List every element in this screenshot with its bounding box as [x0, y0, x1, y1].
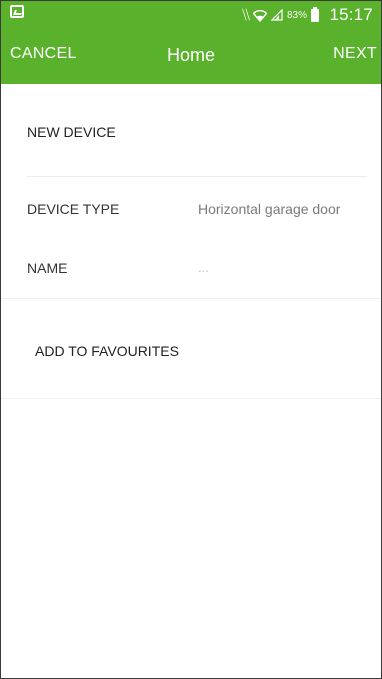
- wifi-icon: [252, 9, 267, 22]
- status-icons: ⧹⧹ 83%: [242, 6, 319, 23]
- device-type-label: DEVICE TYPE: [27, 201, 120, 217]
- mute-icon: ⧹⧹: [242, 7, 250, 22]
- device-type-value[interactable]: Horizontal garage door: [198, 201, 340, 217]
- add-to-favourites-label: ADD TO FAVOURITES: [35, 343, 179, 359]
- battery-icon: [311, 6, 319, 22]
- name-row[interactable]: NAME ...: [1, 260, 381, 298]
- name-label: NAME: [27, 260, 68, 276]
- name-field[interactable]: ...: [198, 260, 209, 275]
- image-notification-icon: [10, 5, 24, 18]
- divider: [1, 298, 381, 299]
- app-bar: CANCEL Home NEXT: [1, 30, 381, 84]
- phone-screen: ⧹⧹ 83% 15:17 CANCEL Home NEXT NEW DEVICE…: [0, 0, 382, 679]
- device-type-row[interactable]: DEVICE TYPE Horizontal garage door: [1, 201, 381, 239]
- divider: [1, 398, 381, 399]
- page-title: Home: [166, 45, 215, 65]
- next-button[interactable]: NEXT: [333, 45, 377, 63]
- divider: [27, 176, 367, 177]
- signal-icon: [270, 9, 283, 21]
- clock: 15:17: [329, 5, 373, 24]
- add-to-favourites-row[interactable]: ADD TO FAVOURITES: [1, 343, 381, 373]
- status-bar: ⧹⧹ 83% 15:17: [1, 1, 381, 30]
- battery-percent: 83%: [286, 9, 307, 21]
- new-device-heading: NEW DEVICE: [27, 124, 116, 140]
